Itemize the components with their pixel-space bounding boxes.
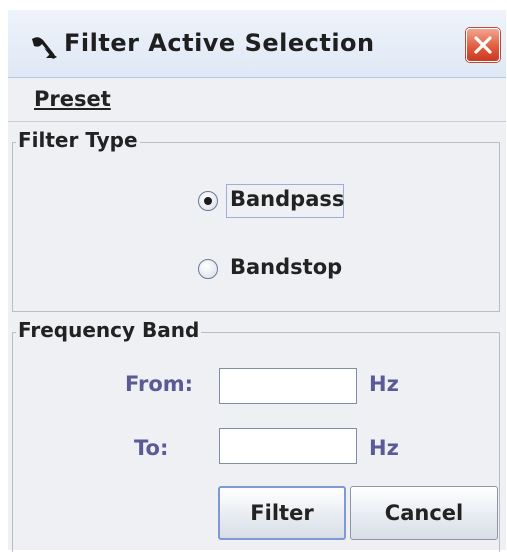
app-logo-icon [30, 34, 60, 60]
menu-preset-label: Preset [34, 87, 111, 111]
menu-bar: Preset [8, 78, 506, 122]
dialog-content: Filter Type Bandpass Bandstop Frequency … [8, 122, 506, 552]
from-unit: Hz [369, 372, 399, 396]
to-unit: Hz [369, 436, 399, 460]
radio-selected-dot [204, 197, 212, 205]
filter-type-group [12, 142, 500, 312]
close-button[interactable] [466, 28, 500, 62]
cancel-button[interactable]: Cancel [350, 486, 498, 540]
radio-bandpass[interactable]: Bandpass [188, 184, 348, 218]
menu-preset[interactable]: Preset [34, 87, 111, 111]
window-title: Filter Active Selection [64, 29, 375, 57]
to-label: To: [134, 436, 169, 460]
title-bar[interactable]: Filter Active Selection [8, 10, 506, 78]
radio-bandstop-circle[interactable] [198, 259, 218, 279]
to-input[interactable] [219, 428, 357, 464]
radio-bandstop[interactable]: Bandstop [188, 252, 348, 286]
filter-type-title: Filter Type [16, 128, 140, 152]
from-input[interactable] [219, 368, 357, 404]
radio-bandpass-circle[interactable] [198, 191, 218, 211]
radio-bandstop-label: Bandstop [230, 255, 343, 279]
close-icon [474, 36, 492, 54]
frequency-band-title: Frequency Band [16, 318, 202, 342]
radio-bandpass-label: Bandpass [230, 187, 345, 211]
from-label: From: [125, 372, 194, 396]
filter-button[interactable]: Filter [218, 486, 346, 540]
filter-dialog: Filter Active Selection Preset Filter Ty… [0, 0, 507, 552]
